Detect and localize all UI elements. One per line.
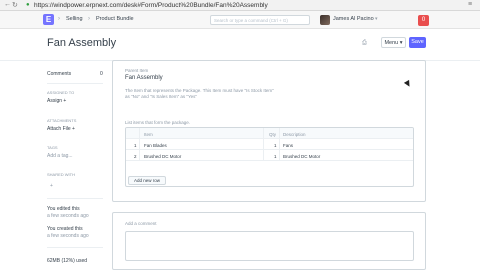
notification-badge[interactable]: 0 — [418, 15, 429, 26]
row-description[interactable]: Brushed DC Motor — [283, 154, 320, 159]
column-description: Description — [283, 131, 306, 137]
created-text: You created this — [47, 226, 83, 232]
column-divider — [139, 128, 140, 161]
lock-icon: ● — [26, 2, 30, 8]
edited-time: a few seconds ago — [47, 213, 89, 219]
storage-usage: 62MB (12%) used — [47, 258, 88, 264]
edited-text: You edited this — [47, 206, 80, 212]
comment-input[interactable] — [125, 231, 414, 261]
comments-link[interactable]: Comments — [47, 71, 71, 77]
assigned-to-label: ASSIGNED TO — [47, 90, 75, 95]
chevron-right-icon: › — [58, 15, 60, 22]
table-header: Item Qty Description — [126, 128, 413, 139]
share-add-icon[interactable]: + — [50, 183, 53, 189]
tags-label: TAGS — [47, 145, 58, 150]
avatar[interactable] — [320, 15, 330, 25]
parent-item-value[interactable]: Fan Assembly — [125, 75, 163, 81]
attachments-label: ATTACHMENTS — [47, 118, 77, 123]
column-qty: Qty — [269, 131, 277, 137]
comments-count: 0 — [100, 71, 103, 77]
chevron-right-icon: › — [88, 15, 90, 22]
menu-button[interactable]: Menu ▾ — [381, 37, 406, 48]
menu-button-label: Menu — [384, 40, 399, 46]
attach-file-link[interactable]: Attach File + — [47, 126, 75, 132]
caret-down-icon[interactable]: ▾ — [375, 16, 378, 22]
parent-item-label: Parent Item — [125, 68, 149, 73]
breadcrumb-product-bundle[interactable]: Product Bundle — [96, 16, 134, 22]
user-menu[interactable]: James Al Pacino — [333, 16, 374, 22]
column-divider — [263, 128, 264, 161]
row-description[interactable]: Fans — [283, 143, 293, 148]
items-table: Item Qty Description 1 Fan Blades 1 Fans… — [125, 127, 414, 187]
browser-chrome: ← ↻ ● https://windpower.erpnext.com/desk… — [0, 0, 480, 11]
sidebar-divider — [47, 83, 103, 84]
row-index: 1 — [134, 142, 137, 148]
save-button[interactable]: Save — [409, 37, 426, 48]
address-bar[interactable]: https://windpower.erpnext.com/desk#Form/… — [34, 2, 268, 9]
page-title: Fan Assembly — [47, 37, 117, 49]
app-logo[interactable]: E — [43, 14, 54, 25]
add-tag-link[interactable]: Add a tag... — [47, 153, 73, 159]
top-navbar: E › Selling › Product Bundle Search or t… — [0, 11, 480, 29]
row-item[interactable]: Brushed DC Motor — [144, 154, 181, 159]
row-item[interactable]: Fan Blades — [144, 143, 167, 148]
assign-link[interactable]: Assign + — [47, 98, 66, 104]
breadcrumb-selling[interactable]: Selling — [66, 16, 83, 22]
back-icon[interactable]: ← — [4, 1, 11, 8]
add-row-button[interactable]: Add new row — [128, 176, 166, 185]
sidebar-divider — [47, 198, 103, 199]
parent-item-description: The Item that represents the Package. Th… — [125, 88, 274, 99]
items-label: List items that form the package. — [125, 120, 191, 125]
assign-label: Assign — [47, 98, 63, 104]
sidebar-divider — [47, 247, 103, 248]
table-row[interactable]: 2 Brushed DC Motor 1 Brushed DC Motor — [126, 150, 413, 161]
plus-icon: + — [72, 126, 75, 132]
column-item: Item — [144, 131, 153, 137]
table-row[interactable]: 1 Fan Blades 1 Fans — [126, 139, 413, 150]
row-qty[interactable]: 1 — [274, 154, 277, 159]
print-icon[interactable]: ⎙ — [362, 40, 367, 47]
reload-icon[interactable]: ↻ — [12, 1, 18, 9]
add-comment-label: Add a comment — [125, 221, 157, 226]
shared-with-label: SHARED WITH — [47, 172, 75, 177]
created-time: a few seconds ago — [47, 233, 89, 239]
plus-icon: + — [63, 98, 67, 104]
row-index: 2 — [134, 153, 137, 159]
attach-file-label: Attach File — [47, 126, 71, 132]
browser-menu-icon[interactable]: ≡ — [468, 1, 472, 8]
row-qty[interactable]: 1 — [274, 143, 277, 148]
search-input[interactable]: Search or type a command (Ctrl + G) — [210, 15, 310, 25]
column-divider — [279, 128, 280, 161]
